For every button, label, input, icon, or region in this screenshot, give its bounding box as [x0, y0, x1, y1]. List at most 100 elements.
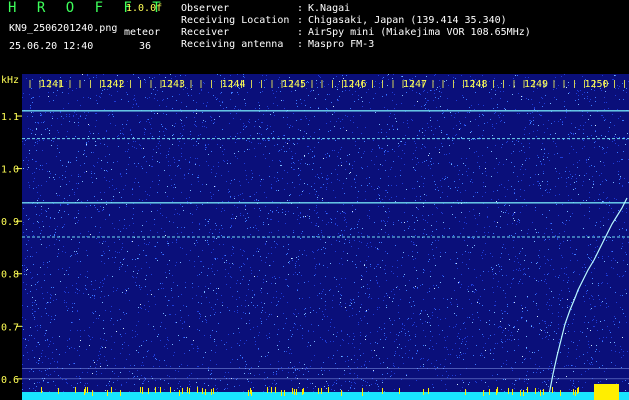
noise-pixel — [313, 388, 314, 389]
noise-pixel — [464, 338, 465, 339]
noise-pixel — [626, 92, 627, 93]
noise-pixel — [114, 262, 115, 263]
noise-pixel — [583, 296, 584, 297]
noise-pixel — [374, 86, 375, 87]
noise-pixel — [577, 90, 578, 91]
noise-pixel — [169, 175, 170, 176]
noise-pixel — [157, 336, 158, 337]
noise-pixel — [201, 303, 202, 304]
noise-pixel — [38, 281, 39, 282]
noise-pixel — [316, 225, 317, 226]
noise-pixel — [316, 236, 317, 237]
noise-pixel — [339, 263, 340, 264]
noise-pixel — [66, 270, 67, 271]
noise-pixel — [305, 116, 306, 117]
noise-pixel — [176, 322, 177, 323]
noise-pixel — [182, 126, 183, 127]
noise-pixel — [609, 330, 610, 331]
noise-pixel — [94, 166, 95, 167]
noise-pixel — [224, 255, 225, 256]
noise-pixel — [63, 391, 64, 392]
noise-pixel — [257, 133, 258, 134]
noise-pixel — [317, 250, 318, 251]
noise-pixel — [489, 81, 490, 82]
noise-pixel — [415, 235, 416, 236]
noise-pixel — [501, 83, 502, 84]
noise-pixel — [469, 140, 470, 141]
noise-pixel — [180, 310, 181, 311]
noise-pixel — [36, 346, 37, 347]
noise-pixel — [230, 362, 231, 363]
noise-pixel — [138, 182, 139, 183]
noise-pixel — [416, 217, 417, 218]
noise-pixel — [32, 302, 33, 303]
noise-pixel — [138, 77, 139, 78]
noise-pixel — [170, 74, 171, 75]
noise-pixel — [432, 214, 433, 215]
noise-pixel — [192, 85, 193, 86]
noise-pixel — [104, 296, 105, 297]
noise-pixel — [459, 348, 460, 349]
noise-pixel — [195, 245, 196, 246]
noise-pixel — [245, 221, 246, 222]
noise-pixel — [75, 223, 76, 224]
noise-pixel — [83, 154, 84, 155]
noise-pixel — [247, 228, 248, 229]
noise-pixel — [456, 252, 457, 253]
noise-pixel — [47, 369, 48, 370]
noise-pixel — [277, 172, 278, 173]
noise-pixel — [499, 266, 500, 267]
noise-pixel — [145, 286, 146, 287]
noise-pixel — [437, 317, 438, 318]
noise-pixel — [191, 89, 192, 90]
noise-pixel — [143, 341, 144, 342]
noise-pixel — [602, 258, 603, 259]
noise-pixel — [73, 387, 74, 388]
noise-pixel — [133, 141, 134, 142]
noise-pixel — [425, 147, 426, 148]
noise-pixel — [270, 364, 271, 365]
noise-pixel — [577, 345, 578, 346]
noise-pixel — [427, 92, 428, 93]
noise-pixel — [270, 126, 271, 127]
noise-pixel — [92, 312, 93, 313]
noise-pixel — [454, 313, 455, 314]
noise-pixel — [456, 125, 457, 126]
noise-pixel — [190, 134, 191, 135]
noise-pixel — [450, 363, 451, 364]
noise-pixel — [201, 261, 202, 262]
noise-pixel — [625, 380, 626, 381]
noise-pixel — [40, 77, 41, 78]
noise-pixel — [456, 315, 457, 316]
noise-pixel — [273, 297, 274, 298]
noise-pixel — [155, 87, 156, 88]
noise-pixel — [413, 301, 414, 302]
noise-pixel — [173, 134, 174, 135]
noise-pixel — [356, 255, 357, 256]
noise-pixel — [586, 159, 587, 160]
noise-pixel — [168, 340, 169, 341]
noise-pixel — [193, 145, 194, 146]
noise-pixel — [412, 215, 413, 216]
noise-pixel — [295, 370, 296, 371]
noise-pixel — [205, 147, 206, 148]
noise-pixel — [587, 254, 588, 255]
noise-pixel — [172, 125, 173, 126]
noise-pixel — [401, 103, 402, 104]
noise-pixel — [271, 247, 272, 248]
noise-pixel — [315, 268, 316, 269]
noise-pixel — [518, 329, 519, 330]
noise-pixel — [154, 329, 155, 330]
noise-pixel — [577, 167, 578, 168]
noise-pixel — [584, 175, 585, 176]
noise-pixel — [305, 216, 306, 217]
noise-pixel — [519, 151, 520, 152]
noise-pixel — [47, 262, 48, 263]
noise-pixel — [136, 103, 137, 104]
noise-pixel — [513, 302, 514, 303]
noise-pixel — [60, 281, 61, 282]
noise-pixel — [337, 332, 338, 333]
noise-pixel — [538, 255, 539, 256]
noise-pixel — [244, 77, 245, 78]
noise-pixel — [439, 309, 440, 310]
